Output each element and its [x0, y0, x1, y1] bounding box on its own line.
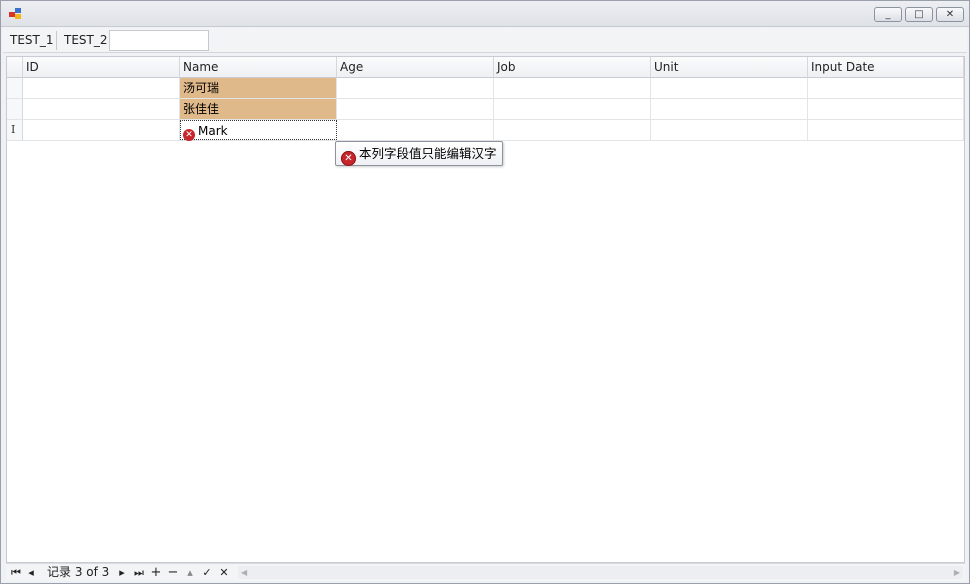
- main-window: _ □ ✕ TEST_1 TEST_2 ID Name Age Job Unit…: [0, 0, 970, 584]
- toolbar-separator: [56, 31, 57, 50]
- column-header-age[interactable]: Age: [337, 57, 494, 78]
- row-indicator[interactable]: I: [7, 120, 23, 140]
- cell-job[interactable]: [494, 120, 651, 140]
- cell-input-date[interactable]: [808, 120, 964, 140]
- cell-job[interactable]: [494, 78, 651, 98]
- tooltip-text: 本列字段值只能编辑汉字: [359, 146, 497, 161]
- save-record-button[interactable]: ✓: [201, 564, 213, 581]
- cell-name-editing[interactable]: ✕ Mark: [180, 120, 337, 141]
- move-up-button[interactable]: ▴: [184, 564, 196, 581]
- cell-unit[interactable]: [651, 78, 808, 98]
- close-button[interactable]: ✕: [936, 7, 964, 22]
- column-header-input-date[interactable]: Input Date: [808, 57, 964, 78]
- column-header-unit[interactable]: Unit: [651, 57, 808, 78]
- toolbar-item-test-1[interactable]: TEST_1: [10, 32, 54, 49]
- add-record-button[interactable]: +: [150, 564, 162, 581]
- row-indicator[interactable]: [7, 99, 23, 119]
- minimize-button[interactable]: _: [874, 7, 902, 22]
- data-grid[interactable]: ID Name Age Job Unit Input Date 汤可瑞 张佳佳 …: [6, 56, 965, 563]
- table-row[interactable]: 汤可瑞: [7, 78, 964, 99]
- app-icon: [9, 8, 23, 20]
- record-status-text: 记录 3 of 3: [47, 565, 110, 579]
- title-bar: _ □ ✕: [1, 1, 969, 27]
- cell-job[interactable]: [494, 99, 651, 119]
- scroll-left-icon[interactable]: ◀: [241, 566, 247, 579]
- data-navigator: ⏮ ◂ 记录 3 of 3 ▸ ⏭ + − ▴ ✓ ✕ ◀ ▶: [6, 563, 965, 581]
- cell-age[interactable]: [337, 78, 494, 98]
- table-row-editing[interactable]: I ✕ Mark: [7, 120, 964, 141]
- previous-record-button[interactable]: ◂: [25, 564, 37, 581]
- remove-record-button[interactable]: −: [167, 564, 179, 581]
- edit-caret-icon: I: [11, 123, 16, 136]
- cell-unit[interactable]: [651, 120, 808, 140]
- column-header-id[interactable]: ID: [23, 57, 180, 78]
- horizontal-scrollbar[interactable]: ◀ ▶: [238, 566, 963, 579]
- table-row[interactable]: 张佳佳: [7, 99, 964, 120]
- cell-unit[interactable]: [651, 99, 808, 119]
- validation-error-tooltip: ✕ 本列字段值只能编辑汉字: [335, 141, 503, 166]
- cell-id[interactable]: [23, 78, 180, 98]
- row-indicator-header: [7, 57, 23, 78]
- cell-id[interactable]: [23, 120, 180, 140]
- next-record-button[interactable]: ▸: [116, 564, 128, 581]
- cell-input-date[interactable]: [808, 78, 964, 98]
- scroll-right-icon[interactable]: ▶: [954, 566, 960, 579]
- cell-input-date[interactable]: [808, 99, 964, 119]
- cell-id[interactable]: [23, 99, 180, 119]
- cell-name[interactable]: 汤可瑞: [180, 78, 337, 98]
- cell-age[interactable]: [337, 99, 494, 119]
- cell-name-value: Mark: [198, 124, 228, 138]
- row-indicator[interactable]: [7, 78, 23, 98]
- toolbar: TEST_1 TEST_2: [3, 28, 967, 53]
- cancel-edit-button[interactable]: ✕: [218, 564, 230, 581]
- error-icon: ✕: [341, 151, 356, 166]
- column-header-name[interactable]: Name: [180, 57, 337, 78]
- column-header-job[interactable]: Job: [494, 57, 651, 78]
- error-icon: ✕: [183, 129, 195, 141]
- cell-name[interactable]: 张佳佳: [180, 99, 337, 119]
- first-record-button[interactable]: ⏮: [9, 564, 23, 581]
- maximize-button[interactable]: □: [905, 7, 933, 22]
- cell-age[interactable]: [337, 120, 494, 140]
- toolbar-item-test-2[interactable]: TEST_2: [64, 32, 108, 49]
- toolbar-text-input[interactable]: [109, 30, 209, 51]
- last-record-button[interactable]: ⏭: [132, 564, 146, 581]
